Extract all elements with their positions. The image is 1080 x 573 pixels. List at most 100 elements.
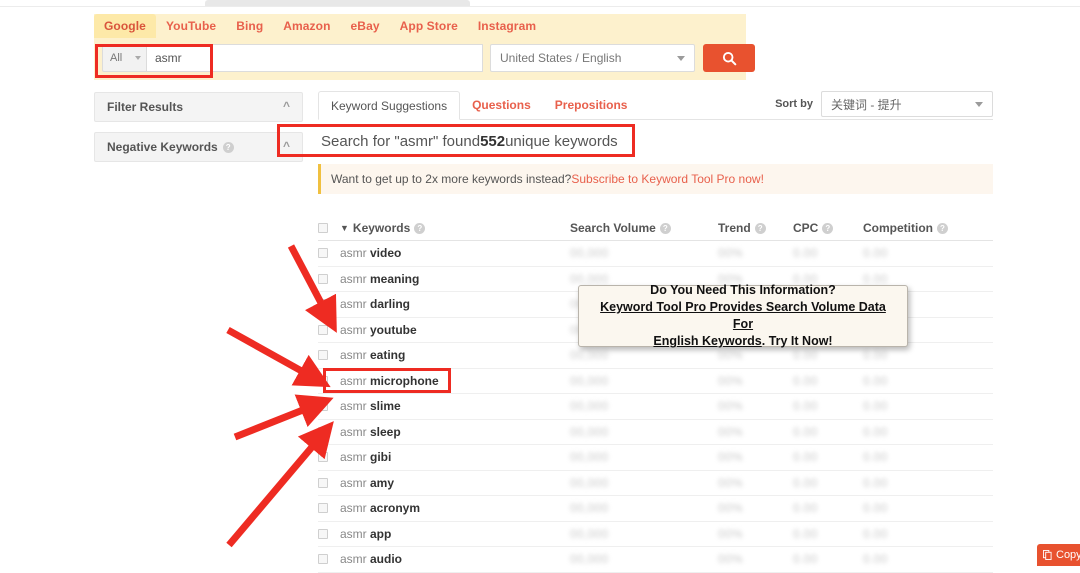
question-mark-icon[interactable]: ? bbox=[659, 222, 671, 234]
search-volume-value: 00,000 bbox=[570, 526, 609, 541]
row-checkbox-cell bbox=[318, 477, 340, 488]
search-volume-value: 00,000 bbox=[570, 271, 609, 286]
row-checkbox[interactable] bbox=[318, 477, 328, 488]
header-competition[interactable]: Competition ? bbox=[863, 221, 983, 235]
question-mark-icon[interactable]: ? bbox=[822, 222, 834, 234]
chevron-up-icon[interactable]: ^ bbox=[283, 100, 290, 112]
cell-keyword[interactable]: asmr amy bbox=[340, 476, 570, 490]
found-results-line: Search for "asmr" found 552 unique keywo… bbox=[318, 120, 993, 162]
search-button[interactable] bbox=[703, 44, 755, 72]
engine-tab-google[interactable]: Google bbox=[94, 14, 156, 38]
subscribe-pro-link[interactable]: Subscribe to Keyword Tool Pro now! bbox=[571, 172, 764, 186]
engine-tab-bing[interactable]: Bing bbox=[226, 14, 274, 38]
row-checkbox[interactable] bbox=[318, 528, 328, 539]
header-keywords[interactable]: ▼ Keywords ? bbox=[340, 221, 570, 235]
row-checkbox[interactable] bbox=[318, 426, 328, 437]
header-competition-label: Competition bbox=[863, 221, 933, 235]
search-volume-value: 00,000 bbox=[570, 552, 609, 567]
cell-keyword[interactable]: asmr app bbox=[340, 527, 570, 541]
cell-keyword[interactable]: asmr darling bbox=[340, 297, 570, 311]
keyword-term: youtube bbox=[370, 322, 417, 337]
sidebar-item-negative-keywords[interactable]: Negative Keywords ? ^ bbox=[94, 132, 303, 162]
question-mark-icon[interactable]: ? bbox=[222, 141, 234, 153]
cell-trend: 00% bbox=[718, 374, 793, 388]
table-header-row: ▼ Keywords ? Search Volume ? Trend ? CPC… bbox=[318, 216, 993, 241]
cell-cpc: 0.00 bbox=[793, 246, 863, 260]
table-row[interactable]: asmr acronym 00,000 00% 0.00 0.00 bbox=[318, 496, 993, 522]
keywords-table: ▼ Keywords ? Search Volume ? Trend ? CPC… bbox=[318, 216, 993, 573]
row-checkbox[interactable] bbox=[318, 452, 328, 463]
tab-prepositions[interactable]: Prepositions bbox=[543, 90, 640, 119]
trend-value: 00% bbox=[718, 526, 743, 541]
header-cpc[interactable]: CPC ? bbox=[793, 221, 863, 235]
table-row[interactable]: asmr gibi 00,000 00% 0.00 0.00 bbox=[318, 445, 993, 471]
result-tabs: Keyword Suggestions Questions Prepositio… bbox=[318, 90, 993, 120]
question-mark-icon[interactable]: ? bbox=[937, 222, 948, 234]
row-checkbox-cell bbox=[318, 324, 340, 335]
tooltip-link-a[interactable]: Keyword Tool Pro Provides Search Volume … bbox=[600, 300, 886, 331]
header-search-volume[interactable]: Search Volume ? bbox=[570, 221, 718, 235]
table-row[interactable]: asmr audio 00,000 00% 0.00 0.00 bbox=[318, 547, 993, 573]
copy-button[interactable]: Copy bbox=[1037, 544, 1080, 566]
row-checkbox[interactable] bbox=[318, 350, 328, 361]
cell-keyword[interactable]: asmr microphone bbox=[340, 374, 570, 388]
engine-tab-ebay[interactable]: eBay bbox=[340, 14, 390, 38]
competition-value: 0.00 bbox=[863, 246, 888, 261]
cell-trend: 00% bbox=[718, 348, 793, 362]
keyword-term: audio bbox=[370, 552, 402, 567]
cell-competition: 0.00 bbox=[863, 501, 983, 515]
cell-keyword[interactable]: asmr sleep bbox=[340, 425, 570, 439]
table-row[interactable]: asmr slime 00,000 00% 0.00 0.00 bbox=[318, 394, 993, 420]
cell-keyword[interactable]: asmr slime bbox=[340, 399, 570, 413]
table-row[interactable]: asmr sleep 00,000 00% 0.00 0.00 bbox=[318, 420, 993, 445]
sidebar-item-filter-results[interactable]: Filter Results ^ bbox=[94, 92, 303, 122]
chevron-up-icon[interactable]: ^ bbox=[283, 140, 290, 152]
engine-tab-youtube[interactable]: YouTube bbox=[155, 14, 227, 38]
cpc-value: 0.00 bbox=[793, 450, 818, 465]
search-volume-value: 00,000 bbox=[570, 348, 609, 363]
question-mark-icon[interactable]: ? bbox=[754, 222, 766, 234]
row-checkbox[interactable] bbox=[318, 375, 328, 386]
language-select[interactable]: United States / English bbox=[490, 44, 695, 72]
search-volume-value: 00,000 bbox=[570, 373, 609, 388]
select-all-checkbox[interactable] bbox=[318, 223, 328, 233]
cell-keyword[interactable]: asmr gibi bbox=[340, 450, 570, 464]
tab-questions[interactable]: Questions bbox=[460, 90, 543, 119]
row-checkbox[interactable] bbox=[318, 273, 328, 284]
table-row[interactable]: asmr amy 00,000 00% 0.00 0.00 bbox=[318, 471, 993, 496]
cell-competition: 0.00 bbox=[863, 450, 983, 464]
cell-keyword[interactable]: asmr video bbox=[340, 246, 570, 260]
row-checkbox-cell bbox=[318, 452, 340, 463]
table-row[interactable]: asmr app 00,000 00% 0.00 0.00 bbox=[318, 522, 993, 547]
table-row[interactable]: asmr video 00,000 00% 0.00 0.00 bbox=[318, 241, 993, 267]
engine-tab-amazon[interactable]: Amazon bbox=[273, 14, 341, 38]
row-checkbox[interactable] bbox=[318, 248, 328, 259]
question-mark-icon[interactable]: ? bbox=[414, 222, 426, 234]
cell-cpc: 0.00 bbox=[793, 425, 863, 439]
sort-by-select[interactable]: 关键词 - 提升 bbox=[821, 91, 993, 117]
cell-keyword[interactable]: asmr youtube bbox=[340, 323, 570, 337]
row-checkbox[interactable] bbox=[318, 324, 328, 335]
engine-tab-app-store[interactable]: App Store bbox=[389, 14, 468, 38]
tab-keyword-suggestions[interactable]: Keyword Suggestions bbox=[318, 91, 461, 120]
cell-keyword[interactable]: asmr eating bbox=[340, 348, 570, 362]
row-checkbox-cell bbox=[318, 554, 340, 565]
cell-keyword[interactable]: asmr meaning bbox=[340, 272, 570, 286]
row-checkbox[interactable] bbox=[318, 299, 328, 310]
scope-select[interactable]: All bbox=[102, 44, 146, 72]
keyword-term: darling bbox=[370, 297, 411, 312]
cell-keyword[interactable]: asmr audio bbox=[340, 552, 570, 566]
keyword-base: asmr bbox=[340, 501, 370, 516]
row-checkbox[interactable] bbox=[318, 554, 328, 565]
header-trend[interactable]: Trend ? bbox=[718, 221, 793, 235]
row-checkbox[interactable] bbox=[318, 503, 328, 514]
table-row[interactable]: asmr microphone 00,000 00% 0.00 0.00 bbox=[318, 369, 993, 394]
search-input[interactable] bbox=[146, 44, 483, 72]
tooltip-link-b[interactable]: English Keywords bbox=[653, 334, 761, 348]
competition-value: 0.00 bbox=[863, 450, 888, 465]
trend-value: 00% bbox=[718, 552, 743, 567]
cell-keyword[interactable]: asmr acronym bbox=[340, 501, 570, 515]
competition-value: 0.00 bbox=[863, 399, 888, 414]
row-checkbox[interactable] bbox=[318, 401, 328, 412]
engine-tab-instagram[interactable]: Instagram bbox=[467, 14, 547, 38]
